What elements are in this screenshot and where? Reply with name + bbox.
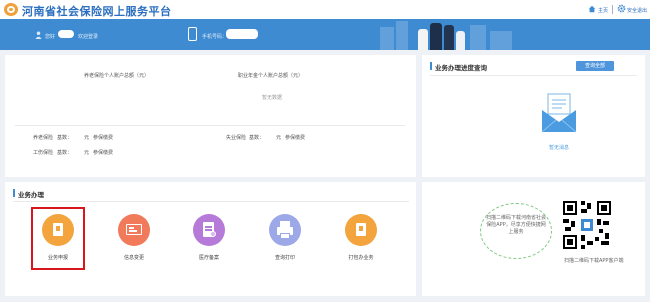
home-link[interactable]: 主页 [598,7,608,14]
pension-total-label: 养老保险个人账户总额（元） [84,73,150,79]
business-title: 业务办理 [18,191,44,199]
unit-label: 元 [84,150,90,156]
base-label: 基数： [57,135,73,141]
status-text: 参保缴费 [93,150,114,156]
welcome-text: 您好 [45,34,56,40]
building-shape [380,27,394,50]
status-text: 参保缴费 [93,135,114,141]
base-label: 基数： [57,150,73,156]
redacted-phone [226,29,258,39]
section-marker [13,189,15,197]
person-illustration [456,31,465,50]
unit-label: 元 [276,135,282,141]
progress-title: 业务办理进度查询 [435,64,487,72]
account-panel [5,55,416,177]
redacted-username [58,30,74,38]
divider [612,5,613,14]
service-label: 查询打印 [274,255,295,261]
empty-mail-icon [541,93,577,133]
download-hint-text: 扫描二维码下载河南省社会保险APP，尽享方便快捷网上服务 [486,215,547,235]
home-icon[interactable] [588,5,596,13]
id-card-icon [118,214,150,246]
phone-icon [188,27,197,41]
login-status: 欢迎登录 [78,34,99,40]
site-logo-icon [4,3,18,16]
person-illustration [418,29,428,50]
service-info-change[interactable]: 信息变更 [109,214,159,261]
progress-panel [422,55,645,177]
empty-message-text: 暂无消息 [549,145,570,151]
query-all-label: 查询全部 [584,63,605,69]
gear-icon[interactable] [617,4,626,13]
service-label: 医疗备案 [198,255,219,261]
service-label: 打包办业务 [348,255,374,261]
status-text: 参保缴费 [285,135,306,141]
service-packaged-business[interactable]: 打包办业务 [336,214,386,261]
logout-link[interactable]: 安全退出 [627,7,647,14]
unit-label: 元 [84,135,90,141]
site-title: 河南省社会保险网上服务平台 [22,5,172,18]
no-data-text: 暂无数据 [262,95,283,101]
building-shape [490,31,512,50]
building-shape [470,25,486,50]
service-medical-record[interactable]: 医疗备案 [184,214,234,261]
service-label: 信息变更 [123,255,144,261]
divider [430,75,637,76]
user-banner: 您好 欢迎登录 手机号码： [0,19,650,50]
person-illustration [430,23,442,50]
phone-label: 手机号码： [202,34,228,40]
insurance-type-label: 失业保险 [226,135,247,141]
person-illustration [444,25,454,50]
divider [15,125,405,126]
insurance-type-label: 工伤保险 [33,150,54,156]
folder-icon [345,214,377,246]
document-icon [193,214,225,246]
user-icon [35,31,42,39]
printer-icon [269,214,301,246]
building-shape [396,21,408,50]
base-label: 基数： [249,135,265,141]
qr-caption: 扫描二维码下载APP客户端 [564,258,624,264]
qr-code[interactable] [561,199,613,251]
query-all-button[interactable]: 查询全部 [576,61,614,71]
top-bar: 河南省社会保险网上服务平台 主页 安全退出 [0,0,650,19]
section-marker [430,62,432,70]
divider [13,201,409,202]
annuity-total-label: 职业年金个人账户总额（元） [238,73,304,79]
service-query-print[interactable]: 查询打印 [260,214,310,261]
highlight-box [31,207,85,270]
insurance-type-label: 养老保险 [33,135,54,141]
